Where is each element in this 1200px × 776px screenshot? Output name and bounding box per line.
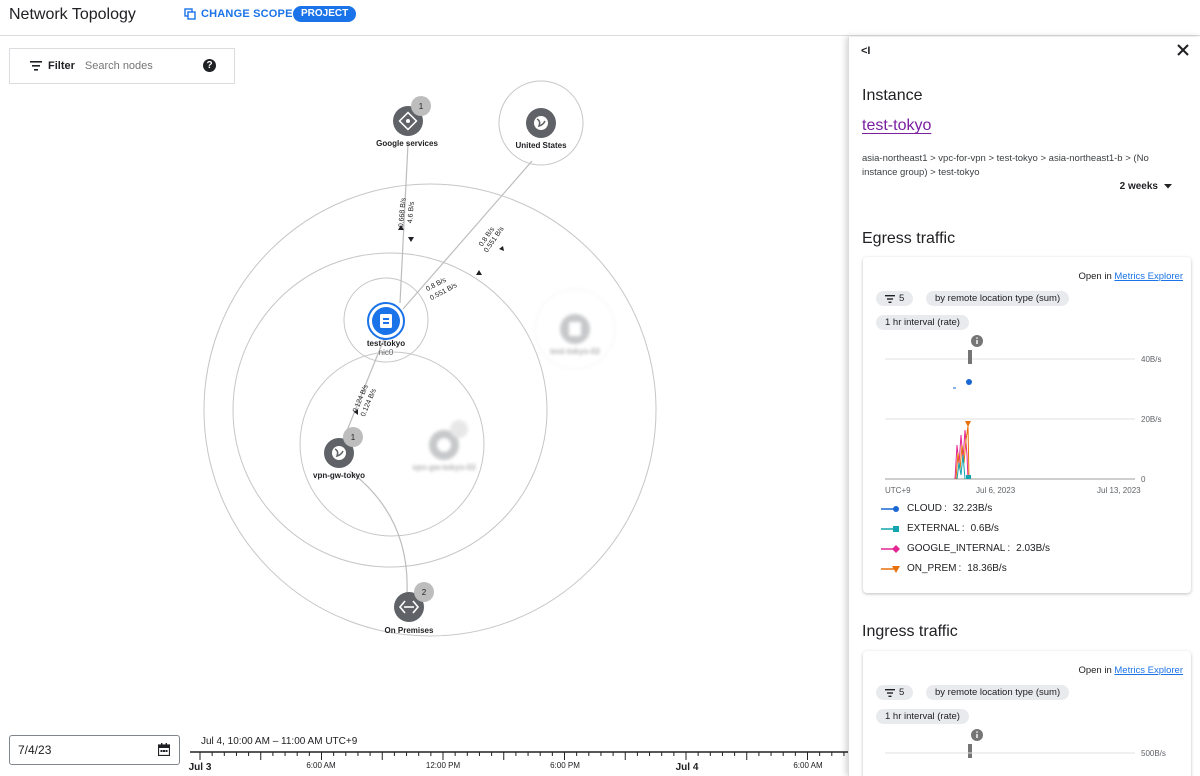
united-states-label[interactable]: United States	[515, 141, 566, 150]
edge-arrow	[499, 246, 504, 251]
egress-metrics-explorer-link[interactable]: Metrics Explorer	[1114, 271, 1183, 282]
legend-google-internal-value: 2.03B/s	[1016, 543, 1051, 554]
filter-icon	[885, 688, 895, 697]
egress-on-prem-marker	[965, 421, 971, 427]
timeline-tick-6am: 6:00 AM	[306, 761, 336, 770]
egress-x-tick-jul13: Jul 13, 2023	[1097, 486, 1141, 495]
ingress-interval-chip[interactable]: 1 hr interval (rate)	[876, 709, 969, 724]
edge-arrow	[476, 270, 482, 275]
duration-select[interactable]: 2 weeks	[1120, 181, 1172, 192]
filter-icon	[885, 294, 895, 303]
close-icon[interactable]	[1176, 43, 1190, 57]
collapse-panel-icon[interactable]: <I	[861, 45, 870, 57]
vpn-gw-tokyo-badge-count: 1	[351, 433, 356, 442]
dropdown-arrow-icon	[1164, 184, 1172, 189]
timeline-tick-12pm: 12:00 PM	[425, 761, 461, 770]
timeline-tick-jul4: Jul 4	[675, 762, 699, 773]
google-services-badge-count: 1	[419, 102, 424, 111]
ingress-filter-count: 5	[899, 687, 905, 698]
calendar-icon[interactable]	[158, 743, 170, 756]
test-tokyo-label[interactable]: test-tokyo	[367, 339, 405, 348]
instance-name-link[interactable]: test-tokyo	[862, 117, 931, 135]
legend-cloud-name: CLOUD	[907, 503, 943, 514]
legend-on-prem-name: ON_PREM	[907, 563, 957, 574]
date-picker-input[interactable]: 7/4/23	[9, 735, 180, 765]
legend-item-cloud[interactable]: CLOUD: 32.23B/s	[881, 503, 992, 514]
topology-canvas[interactable]: 1 1 2 Google services United States test…	[0, 37, 848, 737]
legend-cloud-value: 32.23B/s	[952, 503, 993, 514]
selected-time-range: Jul 4, 10:00 AM – 11:00 AM UTC+9	[201, 736, 358, 747]
legend-google-internal-name: GOOGLE_INTERNAL	[907, 543, 1006, 554]
legend-item-on-prem[interactable]: ON_PREM: 18.36B/s	[881, 563, 1007, 574]
vm-instance-icon	[380, 314, 392, 328]
ingress-card: Open in Metrics Explorer 5 by remote loc…	[863, 651, 1191, 776]
timeline-ticks	[190, 751, 848, 760]
legend-external-swatch	[881, 525, 899, 532]
details-panel: <I Instance test-tokyo asia-northeast1 >…	[848, 37, 1200, 776]
region-circle-outer	[203, 183, 657, 637]
timeline-axis[interactable]: Jul 3 6:00 AM 12:00 PM 6:00 PM Jul 4 6:0…	[188, 751, 848, 776]
globe-icon	[534, 116, 548, 130]
test-tokyo-02-label[interactable]: test-tokyo-02	[550, 347, 600, 356]
legend-on-prem-swatch	[881, 565, 900, 573]
edge-us-test-tokyo	[402, 160, 533, 310]
region-circle-vpc	[232, 252, 548, 568]
legend-cloud-swatch	[881, 505, 899, 512]
legend-external-value: 0.6B/s	[970, 523, 999, 534]
ingress-open-in: Open in Metrics Explorer	[1078, 665, 1183, 676]
ingress-heading: Ingress traffic	[862, 623, 958, 640]
egress-card: Open in Metrics Explorer 5 by remote loc…	[863, 257, 1191, 593]
project-chip[interactable]: PROJECT	[293, 6, 357, 22]
egress-y-tick-20: 20B/s	[1141, 415, 1162, 424]
egress-x-tick-tz: UTC+9	[885, 486, 911, 495]
change-scope-button[interactable]: CHANGE SCOPE	[184, 8, 293, 20]
date-value: 7/4/23	[18, 743, 52, 757]
legend-external-name: EXTERNAL	[907, 523, 960, 534]
legend-google-internal-swatch	[881, 544, 900, 553]
timeline-tick-6am-2: 6:00 AM	[793, 761, 823, 770]
test-tokyo-nic-label: nic0	[378, 348, 394, 357]
vpn-globe-icon	[332, 446, 346, 460]
legend-item-external[interactable]: EXTERNAL: 0.6B/s	[881, 523, 999, 534]
change-scope-label: CHANGE SCOPE	[201, 8, 293, 20]
page-title: Network Topology	[9, 6, 136, 23]
ingress-metrics-explorer-link[interactable]: Metrics Explorer	[1114, 665, 1183, 676]
change-scope-icon	[184, 8, 196, 20]
egress-open-in-label: Open in	[1078, 271, 1112, 282]
egress-y-tick-0: 0	[1141, 475, 1146, 484]
on-premises-label[interactable]: On Premises	[385, 626, 434, 635]
app-header: Network Topology CHANGE SCOPE PROJECT	[0, 0, 1200, 36]
ingress-aggregation-chip[interactable]: by remote location type (sum)	[926, 685, 1070, 700]
edge-arrow	[408, 237, 414, 242]
egress-heading: Egress traffic	[862, 230, 956, 247]
legend-item-google-internal[interactable]: GOOGLE_INTERNAL: 2.03B/s	[881, 543, 1050, 554]
legend-on-prem-value: 18.36B/s	[967, 563, 1007, 574]
timeline-tick-6pm: 6:00 PM	[550, 761, 580, 770]
egress-external-marker	[966, 475, 971, 479]
egress-open-in: Open in Metrics Explorer	[1078, 271, 1183, 282]
test-tokyo-02-node	[560, 314, 590, 344]
instance-breadcrumb: asia-northeast1 > vpc-for-vpn > test-tok…	[862, 153, 1149, 178]
egress-aggregation-chip[interactable]: by remote location type (sum)	[926, 291, 1070, 306]
egress-y-tick-40: 40B/s	[1141, 355, 1162, 364]
egress-filter-count: 5	[899, 293, 905, 304]
ingress-y-tick-500: 500B/s	[1141, 749, 1166, 758]
vpn-gw-tokyo-label[interactable]: vpn-gw-tokyo	[313, 471, 365, 480]
egress-x-tick-jul6: Jul 6, 2023	[976, 486, 1016, 495]
instance-heading: Instance	[862, 87, 923, 104]
google-services-label[interactable]: Google services	[376, 139, 438, 148]
on-premises-badge-count: 2	[422, 588, 427, 597]
egress-cloud-point	[966, 379, 972, 385]
ingress-open-in-label: Open in	[1078, 665, 1112, 676]
vpn-gw-tokyo-02-node	[429, 420, 468, 460]
duration-value: 2 weeks	[1119, 181, 1158, 192]
edge-vpn-on-prem	[349, 470, 408, 594]
egress-filter-chip[interactable]: 5	[876, 291, 914, 306]
vpn-gw-tokyo-02-label[interactable]: vpn-gw-tokyo-02	[412, 463, 476, 472]
ingress-filter-chip[interactable]: 5	[876, 685, 914, 700]
timeline-tick-jul3: Jul 3	[188, 762, 212, 773]
egress-interval-chip[interactable]: 1 hr interval (rate)	[876, 315, 969, 330]
